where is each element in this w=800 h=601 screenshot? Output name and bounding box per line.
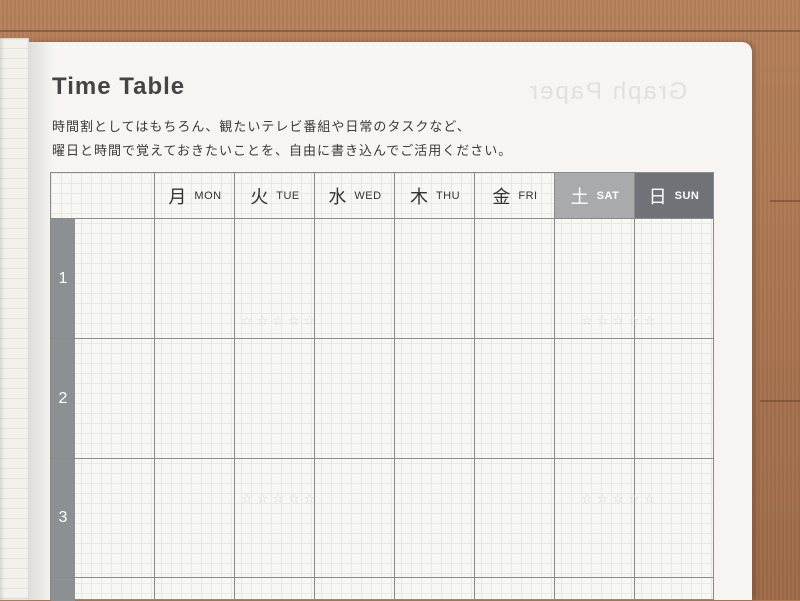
period-marker-3: 3 (51, 459, 75, 577)
column-divider (394, 173, 395, 599)
day-header-sun: 日 SUN (635, 173, 713, 218)
day-label: SUN (674, 189, 700, 202)
period-marker-1: 1 (51, 219, 75, 338)
left-page-edge (0, 38, 29, 600)
period-number: 2 (58, 389, 68, 407)
timetable-grid: 月 MON 火 TUE 水 WED 木 THU 金 FRI 土 SAT 日 SU… (50, 172, 714, 601)
column-divider (554, 173, 555, 599)
period-marker-4 (51, 578, 75, 601)
row-divider (51, 458, 713, 459)
row-divider (51, 577, 713, 578)
day-kanji: 金 (492, 186, 511, 207)
day-kanji: 日 (648, 186, 667, 207)
day-header-tue: 火 TUE (235, 173, 315, 218)
period-number: 3 (58, 509, 68, 526)
cover-seam-right-lower (760, 400, 800, 402)
show-through-star-icons: ☆☆☆☆☆ (241, 491, 320, 506)
day-header-fri: 金 FRI (475, 173, 555, 218)
column-divider (474, 173, 475, 599)
day-header-sat: 土 SAT (555, 173, 635, 218)
day-header-mon: 月 MON (155, 173, 235, 218)
cover-seam-right (770, 200, 800, 202)
column-divider (234, 173, 235, 599)
day-header-row: 月 MON 火 TUE 水 WED 木 THU 金 FRI 土 SAT 日 SU… (51, 173, 713, 219)
show-through-star-icons: ☆☆☆☆☆ (581, 313, 660, 328)
period-number: 1 (58, 269, 68, 287)
description-line-1: 時間割としてはもちろん、観たいテレビ番組や日常のタスクなど、 (52, 119, 471, 134)
show-through-text: Graph Paper (528, 78, 688, 105)
show-through-star-icons: ☆☆☆☆☆ (581, 491, 660, 506)
day-label: MON (194, 189, 222, 202)
column-divider (634, 173, 635, 599)
day-header-wed: 水 WED (315, 173, 395, 218)
day-kanji: 木 (409, 186, 428, 207)
day-label: SAT (596, 189, 620, 202)
description-line-2: 曜日と時間で覚えておきたいことを、自由に書き込んでご活用ください。 (52, 143, 513, 158)
period-marker-2: 2 (51, 339, 75, 458)
row-divider (51, 338, 713, 339)
day-label: TUE (276, 189, 300, 202)
day-kanji: 土 (570, 186, 589, 207)
column-divider (154, 173, 155, 599)
day-label: WED (354, 189, 382, 202)
day-kanji: 火 (250, 186, 269, 207)
day-label: FRI (518, 189, 538, 202)
day-kanji: 水 (328, 186, 347, 207)
day-header-thu: 木 THU (395, 173, 475, 218)
show-through-star-icons: ☆☆☆☆☆ (241, 313, 320, 328)
day-label: THU (435, 189, 461, 202)
day-kanji: 月 (168, 186, 187, 207)
column-divider (314, 173, 315, 599)
cover-seam-top (0, 30, 800, 32)
page-title: Time Table (52, 73, 186, 100)
